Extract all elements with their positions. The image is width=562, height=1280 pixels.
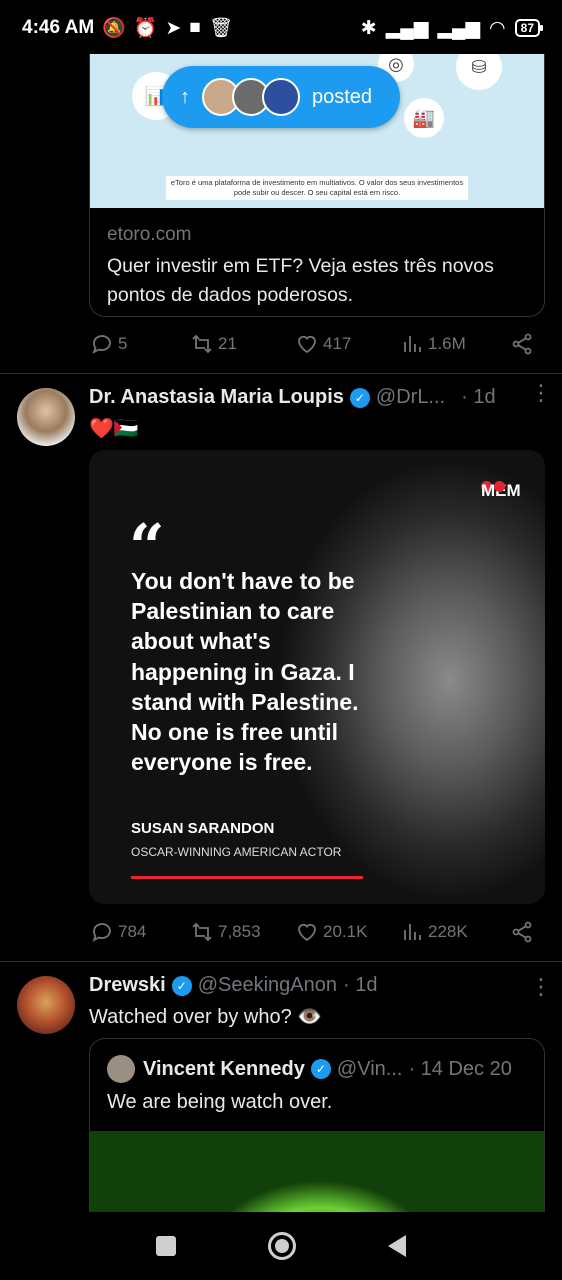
post-time: · 1d — [461, 386, 496, 408]
verified-icon: ✓ — [171, 975, 192, 996]
divider — [0, 961, 562, 962]
quoted-post-time: · 14 Dec 20 — [408, 1057, 512, 1080]
retweet-icon — [192, 922, 212, 942]
jar-icon: ⛁ — [456, 54, 502, 90]
views-button[interactable]: 228K — [400, 920, 510, 944]
views-icon — [404, 924, 421, 940]
divider — [0, 373, 562, 374]
like-button[interactable]: 417 — [295, 332, 400, 356]
alarm-icon: ⏰ — [133, 18, 158, 39]
more-options-icon[interactable]: ⋮ — [530, 382, 552, 404]
verified-icon: ✓ — [349, 387, 370, 408]
reply-count: 5 — [118, 334, 128, 353]
quoted-tweet[interactable]: Vincent Kennedy ✓ @Vin... · 14 Dec 20 We… — [89, 1038, 545, 1238]
tweet-text: Watched over by who? 👁️ — [89, 1006, 323, 1028]
tweet-image[interactable]: MEM “ You don't have to be Palestinian t… — [89, 450, 545, 904]
views-icon — [404, 336, 421, 352]
reply-button[interactable]: 5 — [90, 332, 190, 356]
retweet-icon — [192, 334, 212, 354]
tweet-actions: 784 7,853 20.1K 228K — [90, 920, 540, 944]
memo-logo: MEM — [479, 476, 521, 500]
tweet-header: Dr. Anastasia Maria Loupis ✓ @DrL... · 1… — [89, 386, 496, 409]
avatar — [262, 78, 300, 116]
status-bar: 4:46 AM 🔕 ⏰ ➤ ■ 🗑 ✱ ▂▄▆ ▂▄▆ ◠ 87 — [0, 0, 562, 56]
view-count: 228K — [428, 922, 468, 941]
link-domain: etoro.com — [107, 224, 192, 245]
retweet-count: 7,853 — [218, 922, 261, 941]
author-name[interactable]: Dr. Anastasia Maria Loupis — [89, 386, 344, 409]
status-time: 4:46 AM — [22, 17, 95, 38]
quoted-tweet-text: We are being watch over. — [107, 1091, 333, 1113]
reply-icon — [92, 923, 111, 942]
posted-label: posted — [312, 85, 373, 108]
reply-button[interactable]: 784 — [90, 920, 190, 944]
bluetooth-icon: ✱ — [360, 17, 377, 39]
views-button[interactable]: 1.6M — [400, 332, 510, 356]
wifi-icon: ◠ — [489, 17, 506, 39]
retweet-count: 21 — [218, 334, 237, 353]
share-button[interactable] — [510, 332, 534, 356]
verified-icon: ✓ — [310, 1059, 331, 1079]
author-handle[interactable]: @DrL... — [376, 386, 445, 409]
quote-author-role: OSCAR-WINNING AMERICAN ACTOR — [131, 845, 342, 859]
signal-icon: ▂▄▆ — [385, 17, 429, 39]
link-title: Quer investir em ETF? Veja estes três no… — [107, 255, 494, 306]
like-count: 20.1K — [323, 922, 368, 941]
avatar — [107, 1055, 135, 1083]
red-dot-icon — [494, 481, 505, 493]
system-nav-bar — [0, 1212, 562, 1280]
retweet-button[interactable]: 21 — [190, 332, 295, 356]
more-options-icon[interactable]: ⋮ — [530, 976, 552, 998]
tweet-text: ❤️🇵🇸 — [89, 418, 139, 440]
like-count: 417 — [323, 334, 352, 353]
quoted-author-name: Vincent Kennedy — [143, 1057, 305, 1080]
battery-icon: 87 — [514, 19, 544, 37]
post-time: · 1d — [343, 974, 378, 996]
home-icon[interactable] — [268, 1232, 296, 1260]
retweet-button[interactable]: 7,853 — [190, 920, 295, 944]
tweet-header: Drewski ✓ @SeekingAnon · 1d — [89, 974, 377, 997]
arrow-up-icon: ↑ — [180, 85, 190, 108]
like-button[interactable]: 20.1K — [295, 920, 400, 944]
new-posts-pill[interactable]: ↑ posted — [162, 66, 400, 128]
quoted-tweet-header: Vincent Kennedy ✓ @Vin... · 14 Dec 20 — [107, 1055, 512, 1083]
back-icon[interactable] — [388, 1235, 406, 1257]
quote-text: You don't have to be Palestinian to care… — [131, 568, 359, 776]
view-count: 1.6M — [428, 334, 466, 353]
factory-icon: 🏭 — [404, 98, 444, 138]
recents-icon[interactable] — [156, 1236, 176, 1256]
avatar[interactable] — [17, 388, 75, 446]
red-rule — [131, 876, 363, 879]
reply-count: 784 — [118, 922, 147, 941]
reply-icon — [92, 335, 111, 354]
author-name[interactable]: Drewski — [89, 974, 166, 997]
quoted-author-handle: @Vin... — [336, 1057, 403, 1080]
heart-icon — [298, 335, 316, 354]
tweet-actions: 5 21 417 1.6M — [90, 332, 540, 356]
disclaimer-text: eToro é uma plataforma de investimento e… — [166, 176, 468, 200]
share-button[interactable] — [510, 920, 534, 944]
share-icon — [512, 333, 532, 355]
author-handle[interactable]: @SeekingAnon — [198, 974, 337, 997]
share-icon — [512, 921, 532, 943]
signal-2-icon: ▂▄▆ — [437, 17, 481, 39]
video-icon: ■ — [189, 17, 201, 38]
heart-icon — [298, 923, 316, 942]
telegram-icon: ➤ — [165, 17, 182, 39]
quote-author: SUSAN SARANDON — [131, 820, 275, 837]
mute-vibrate-icon: 🔕 — [102, 18, 126, 39]
avatar[interactable] — [17, 976, 75, 1034]
trash-icon: 🗑 — [208, 18, 234, 39]
